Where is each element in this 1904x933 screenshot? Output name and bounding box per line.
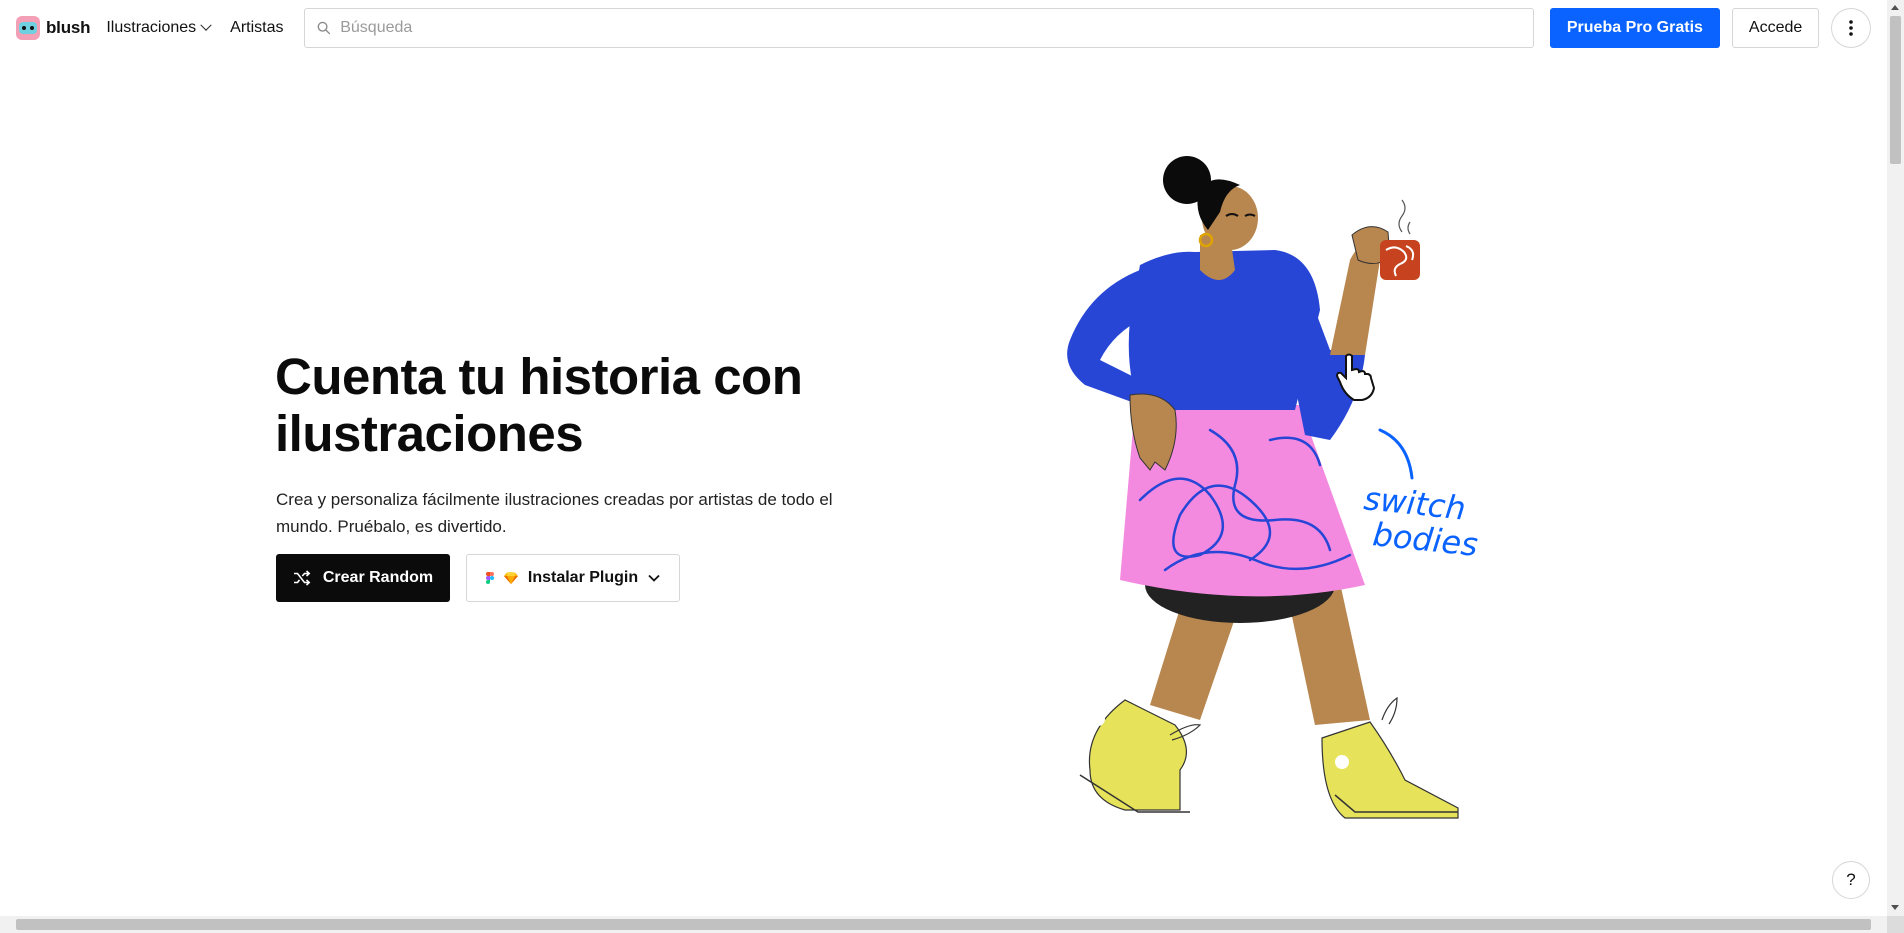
note-arrow [1378, 428, 1414, 480]
create-random-label: Crear Random [322, 569, 434, 586]
try-pro-button[interactable]: Prueba Pro Gratis [1549, 8, 1720, 48]
blush-logo-icon [16, 16, 40, 40]
scrollbar-corner [1887, 916, 1904, 933]
sketch-icon [503, 572, 518, 584]
nav-artists-link[interactable]: Artistas [230, 19, 283, 37]
login-button[interactable]: Accede [1731, 8, 1820, 48]
hero-illustration: switch bodies [1067, 156, 1480, 819]
hero-title: Cuenta tu historia con ilustraciones [275, 348, 803, 462]
nav-artists-label: Artistas [230, 19, 284, 36]
create-random-button[interactable]: Crear Random [276, 554, 450, 602]
search-input[interactable] [340, 19, 1521, 37]
hero-subtitle: Crea y personaliza fácilmente ilustracio… [276, 490, 833, 536]
left-shoe [1079, 699, 1202, 813]
horizontal-scrollbar-thumb[interactable] [16, 919, 1871, 930]
vertical-scrollbar-thumb[interactable] [1890, 16, 1901, 164]
figma-icon [485, 572, 494, 584]
search-icon [317, 21, 330, 35]
coffee-mug [1380, 199, 1420, 280]
chevron-down-icon [200, 19, 212, 31]
scroll-up-icon[interactable] [1891, 5, 1899, 10]
scroll-down-icon[interactable] [1891, 905, 1899, 910]
more-vertical-icon [1849, 20, 1853, 36]
more-options-button[interactable] [1831, 8, 1871, 48]
top-navigation-bar: blush Ilustraciones Artistas Prueba Pro … [0, 0, 1887, 56]
logo-text: blush [46, 18, 91, 37]
nav-illustrations-dropdown[interactable]: Ilustraciones [106, 19, 212, 37]
install-plugin-button[interactable]: Instalar Plugin [466, 554, 680, 602]
nav-illustrations-label: Ilustraciones [106, 19, 197, 36]
chevron-down-icon [648, 574, 660, 582]
shuffle-icon [293, 570, 311, 586]
install-plugin-label: Instalar Plugin [527, 569, 639, 586]
search-bar[interactable] [303, 8, 1534, 48]
horizontal-scrollbar[interactable] [0, 916, 1887, 933]
blush-logo[interactable]: blush [16, 16, 91, 40]
help-button[interactable]: ? [1832, 861, 1870, 899]
vertical-scrollbar[interactable] [1887, 0, 1904, 916]
